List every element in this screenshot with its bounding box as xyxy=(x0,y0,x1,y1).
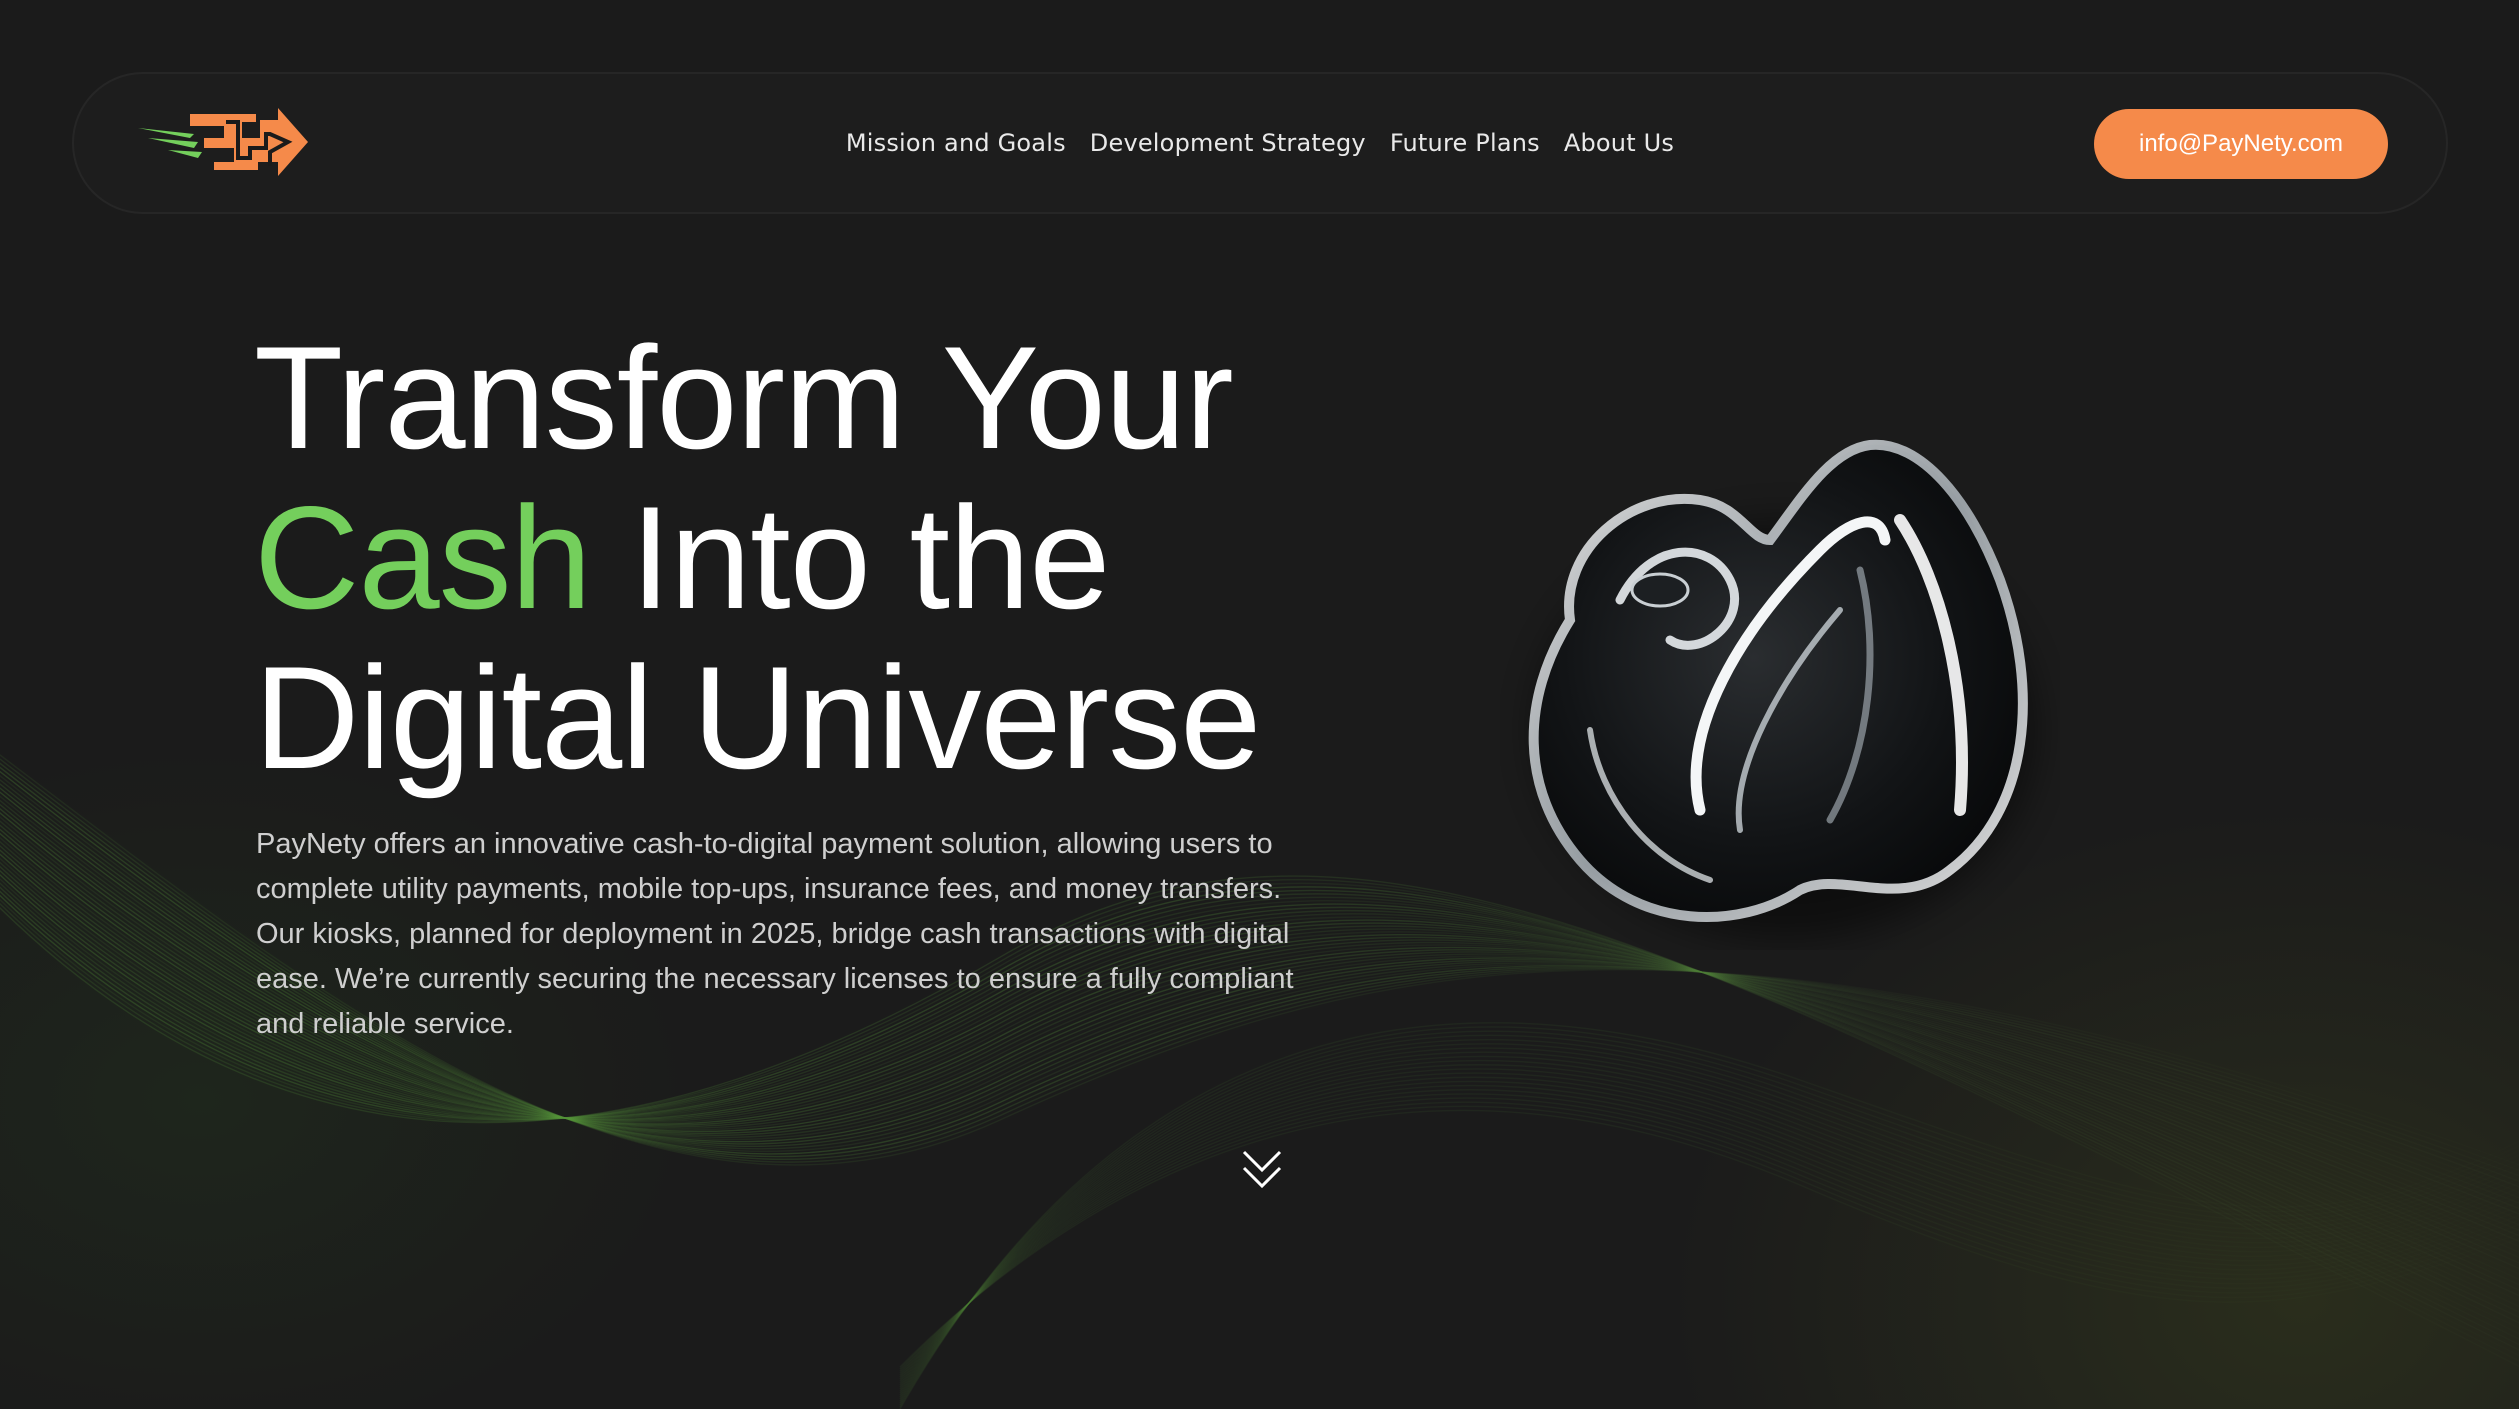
main-navigation: Mission and Goals Development Strategy F… xyxy=(74,74,2446,212)
double-chevron-down-icon[interactable] xyxy=(1238,1146,1286,1194)
hero-title-line1: Transform Your xyxy=(254,316,1234,479)
chrome-3d-shape xyxy=(1528,439,2035,940)
top-navbar: Mission and Goals Development Strategy F… xyxy=(72,72,2448,214)
nav-future-plans[interactable]: Future Plans xyxy=(1390,129,1540,157)
nav-mission-and-goals[interactable]: Mission and Goals xyxy=(846,129,1066,157)
hero-description: PayNety offers an innovative cash-to-dig… xyxy=(256,828,1294,1040)
hero-title-accent: Cash xyxy=(254,476,592,639)
nav-development-strategy[interactable]: Development Strategy xyxy=(1090,129,1366,157)
email-contact-button[interactable]: info@PayNety.com xyxy=(2094,109,2388,179)
hero-title-line2: Into the xyxy=(590,476,1110,639)
nav-about-us[interactable]: About Us xyxy=(1564,129,1674,157)
hero-title: Transform Your Cash Into the Digital Uni… xyxy=(254,318,1454,798)
hero-title-line3: Digital Universe xyxy=(254,636,1261,799)
